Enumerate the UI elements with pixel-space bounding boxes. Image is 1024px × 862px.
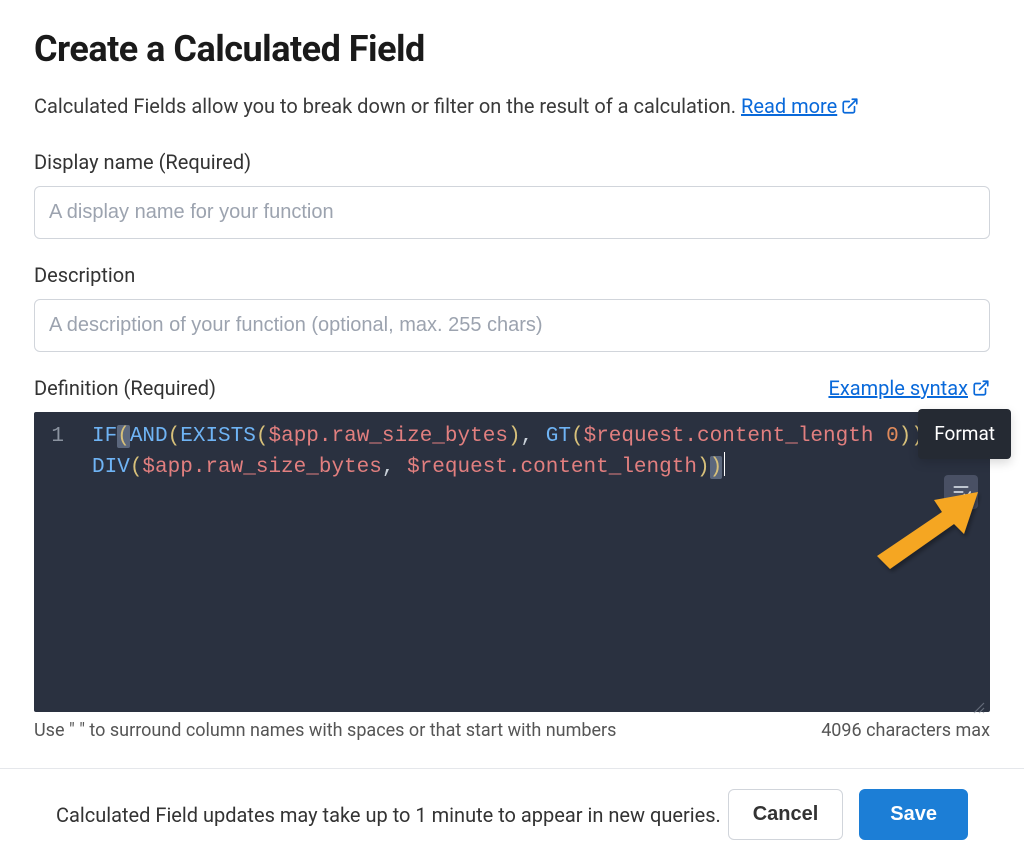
read-more-link[interactable]: Read more: [741, 94, 859, 118]
format-button[interactable]: [944, 475, 978, 509]
description-group: Description: [34, 263, 990, 352]
example-syntax-link[interactable]: Example syntax: [828, 376, 990, 402]
intro-prefix: Calculated Fields allow you to break dow…: [34, 94, 741, 118]
definition-group: Definition (Required) Example syntax 1 I…: [34, 376, 990, 741]
intro-text: Calculated Fields allow you to break dow…: [34, 94, 990, 120]
definition-hint-left: Use " " to surround column names with sp…: [34, 720, 616, 741]
format-icon: [951, 482, 971, 502]
footer-bar: Calculated Field updates may take up to …: [0, 768, 1024, 862]
resize-handle-icon[interactable]: [972, 696, 986, 710]
cancel-button[interactable]: Cancel: [728, 789, 844, 840]
line-number: 1: [44, 422, 64, 452]
display-name-label: Display name (Required): [34, 150, 990, 174]
page-title: Create a Calculated Field: [34, 28, 990, 70]
external-link-icon: [841, 96, 859, 120]
definition-code-editor[interactable]: 1 IF(AND(EXISTS($app.raw_size_bytes), GT…: [34, 412, 990, 712]
external-link-icon: [972, 378, 990, 402]
save-button[interactable]: Save: [859, 789, 968, 840]
definition-label: Definition (Required): [34, 376, 216, 400]
display-name-input[interactable]: [34, 186, 990, 239]
footer-note: Calculated Field updates may take up to …: [56, 803, 721, 827]
description-input[interactable]: [34, 299, 990, 352]
description-label: Description: [34, 263, 990, 287]
format-tooltip: Format: [918, 409, 1011, 459]
display-name-group: Display name (Required): [34, 150, 990, 239]
code-content[interactable]: IF(AND(EXISTS($app.raw_size_bytes), GT($…: [34, 422, 990, 483]
definition-hint-right: 4096 characters max: [821, 720, 990, 741]
